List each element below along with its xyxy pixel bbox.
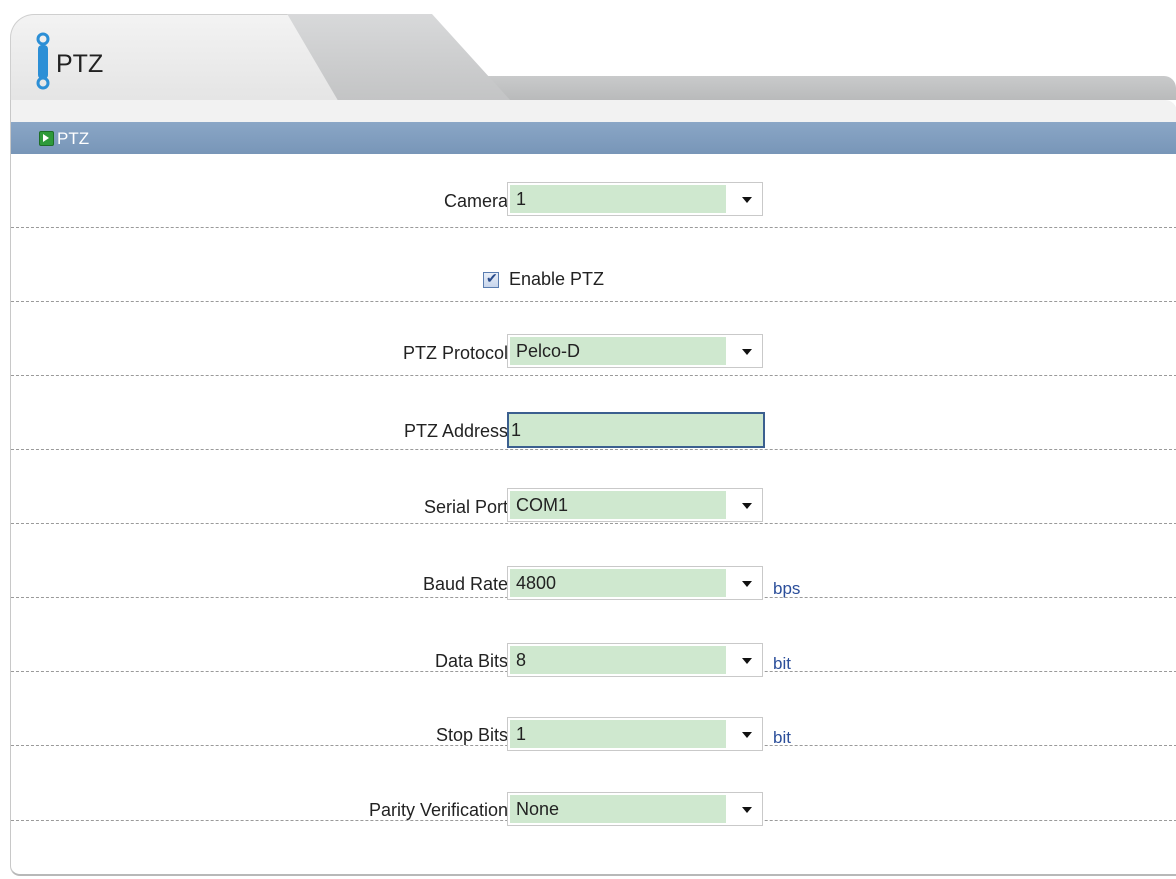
- chevron-down-icon: [742, 807, 752, 813]
- checkmark-icon: ✔: [486, 270, 498, 286]
- data-bits-unit: bit: [773, 654, 791, 673]
- chevron-down-icon: [742, 349, 752, 355]
- ptz-protocol-select[interactable]: Pelco-D: [507, 334, 763, 368]
- parity-row: Parity Verification: None: [11, 746, 1176, 826]
- baud-rate-select-value: 4800: [510, 569, 726, 597]
- serial-port-label: Serial Port:: [423, 497, 513, 517]
- data-bits-select-value: 8: [510, 646, 726, 674]
- tab-title: PTZ: [56, 50, 104, 78]
- ptz-address-label: PTZ Address:: [403, 421, 513, 441]
- stop-bits-unit: bit: [773, 728, 791, 747]
- ptz-panel: PTZ Camera: 1 ✔ Enable PTZ PTZ Protocol:…: [10, 100, 1176, 876]
- parity-select[interactable]: None: [507, 792, 763, 826]
- ptz-protocol-label: PTZ Protocol:: [402, 343, 513, 363]
- camera-label: Camera:: [443, 191, 513, 211]
- data-bits-label: Data Bits:: [434, 651, 513, 671]
- ptz-protocol-row: PTZ Protocol: Pelco-D: [11, 302, 1176, 376]
- tab-strip: PTZ: [0, 0, 1176, 104]
- serial-port-select-value: COM1: [510, 491, 726, 519]
- section-title: PTZ: [57, 129, 90, 148]
- serial-port-select[interactable]: COM1: [507, 488, 763, 522]
- panel-top: [11, 100, 1176, 122]
- parity-label: Parity Verification:: [368, 800, 513, 820]
- enable-ptz-label: Enable PTZ: [509, 269, 605, 289]
- baud-rate-row: Baud Rate: 4800 bps: [11, 524, 1176, 600]
- baud-rate-unit: bps: [773, 579, 801, 598]
- parity-select-value: None: [510, 795, 726, 823]
- baud-rate-label: Baud Rate:: [422, 574, 513, 594]
- ptz-address-row: PTZ Address: 1: [11, 376, 1176, 450]
- ptz-protocol-select-value: Pelco-D: [510, 337, 726, 365]
- chevron-down-icon: [742, 197, 752, 203]
- chevron-down-icon: [742, 503, 752, 509]
- serial-port-row: Serial Port: COM1: [11, 450, 1176, 524]
- enable-ptz-row: ✔ Enable PTZ: [11, 228, 1176, 302]
- section-header: PTZ: [11, 122, 1176, 154]
- baud-rate-select[interactable]: 4800: [507, 566, 763, 600]
- camera-select-value: 1: [510, 185, 726, 213]
- data-bits-row: Data Bits: 8 bit: [11, 598, 1176, 677]
- camera-select[interactable]: 1: [507, 182, 763, 216]
- arrow-right-icon: [39, 131, 54, 146]
- stop-bits-select-value: 1: [510, 720, 726, 748]
- camera-row: Camera: 1: [11, 154, 1176, 228]
- chevron-down-icon: [742, 732, 752, 738]
- chevron-down-icon: [742, 658, 752, 664]
- ptz-address-input[interactable]: 1: [507, 412, 765, 448]
- chevron-down-icon: [742, 581, 752, 587]
- stop-bits-row: Stop Bits: 1 bit: [11, 672, 1176, 751]
- stop-bits-label: Stop Bits:: [435, 725, 513, 745]
- enable-ptz-checkbox[interactable]: ✔: [483, 270, 499, 288]
- ptz-icon: [36, 32, 50, 90]
